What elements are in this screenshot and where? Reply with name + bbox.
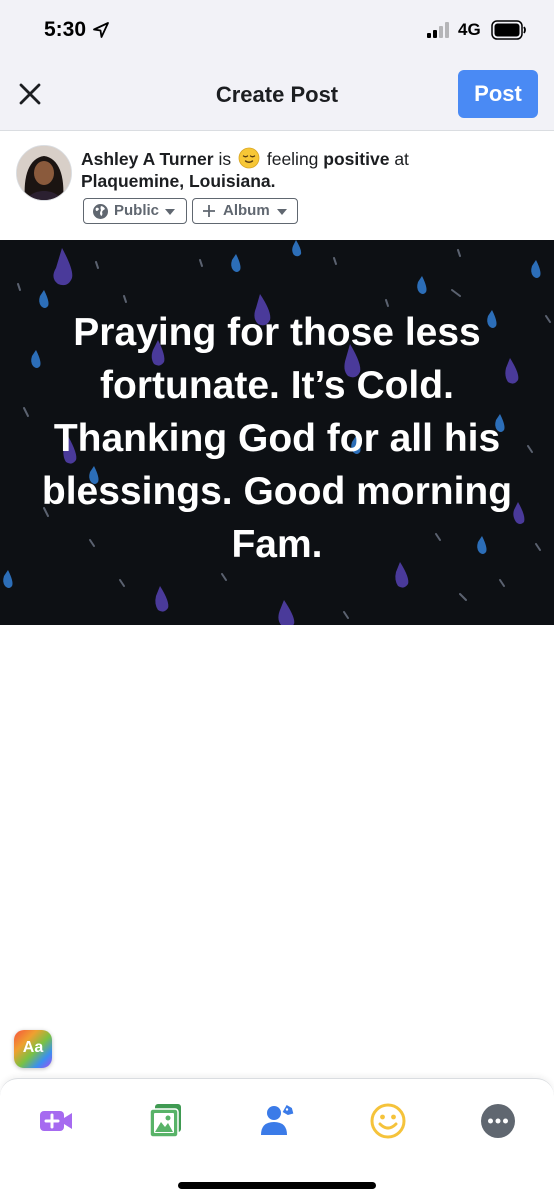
album-selector[interactable]: Album <box>192 198 298 224</box>
globe-icon <box>93 204 108 219</box>
author-line: Ashley A Turner is feeling positive at P… <box>81 147 541 192</box>
post-button[interactable]: Post <box>458 70 538 118</box>
audience-label: Public <box>114 202 160 219</box>
tag-people-icon[interactable] <box>257 1101 297 1141</box>
post-background[interactable]: Praying for those less fortunate. It’s C… <box>0 240 554 625</box>
avatar[interactable] <box>16 145 72 201</box>
chevron-down-icon <box>277 209 287 215</box>
feeling-value[interactable]: positive <box>323 149 389 169</box>
text-style-button[interactable]: Aa <box>14 1030 52 1068</box>
plus-icon <box>203 205 215 217</box>
relieved-face-icon <box>238 147 260 169</box>
status-time: 5:30 <box>44 18 87 41</box>
chevron-down-icon <box>165 209 175 215</box>
location-name[interactable]: Plaquemine, Louisiana. <box>81 171 276 191</box>
audience-selector[interactable]: Public <box>83 198 187 224</box>
home-indicator[interactable] <box>178 1182 376 1189</box>
at-text: at <box>394 149 409 169</box>
post-text[interactable]: Praying for those less fortunate. It’s C… <box>20 306 534 571</box>
feeling-prefix: feeling <box>266 149 319 169</box>
network-type: 4G <box>458 20 481 39</box>
status-bar: 5:30 4G <box>0 0 554 60</box>
text-style-label: Aa <box>22 1039 44 1056</box>
author-area: Ashley A Turner is feeling positive at P… <box>0 131 554 239</box>
live-video-icon[interactable] <box>36 1101 76 1141</box>
battery-icon <box>491 20 526 40</box>
feeling-icon[interactable] <box>368 1101 408 1141</box>
photo-icon[interactable] <box>146 1101 186 1141</box>
location-arrow-icon <box>93 22 109 38</box>
is-text: is <box>218 149 232 169</box>
create-post-screen: 5:30 4G Create Post Post Ashley A Turner… <box>0 0 554 1200</box>
album-label: Album <box>223 202 270 219</box>
cellular-signal-icon <box>427 22 449 38</box>
avatar-image <box>17 146 71 200</box>
more-icon[interactable] <box>478 1101 518 1141</box>
header: Create Post Post <box>0 60 554 131</box>
author-name[interactable]: Ashley A Turner <box>81 149 214 169</box>
